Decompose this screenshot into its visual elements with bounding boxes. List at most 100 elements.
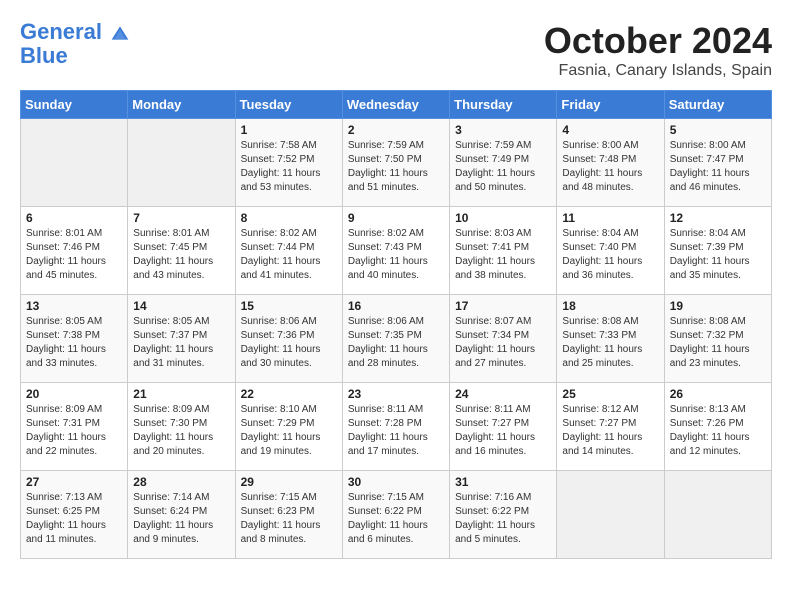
day-info: Sunrise: 7:58 AMSunset: 7:52 PMDaylight:… xyxy=(241,139,337,195)
calendar-week-4: 20 Sunrise: 8:09 AMSunset: 7:31 PMDayligh… xyxy=(21,383,772,471)
day-info: Sunrise: 8:06 AMSunset: 7:36 PMDaylight:… xyxy=(241,315,337,371)
day-info: Sunrise: 8:01 AMSunset: 7:46 PMDaylight:… xyxy=(26,227,122,283)
day-number: 21 xyxy=(133,387,229,401)
calendar-table: SundayMondayTuesdayWednesdayThursdayFrid… xyxy=(20,90,772,559)
day-number: 1 xyxy=(241,123,337,137)
day-info: Sunrise: 8:08 AMSunset: 7:32 PMDaylight:… xyxy=(670,315,766,371)
calendar-cell: 28 Sunrise: 7:14 AMSunset: 6:24 PMDayligh… xyxy=(128,471,235,559)
calendar-cell: 1 Sunrise: 7:58 AMSunset: 7:52 PMDaylight… xyxy=(235,119,342,207)
day-info: Sunrise: 8:10 AMSunset: 7:29 PMDaylight:… xyxy=(241,403,337,459)
day-number: 18 xyxy=(562,299,658,313)
calendar-cell: 11Sunrise: 8:04 AMSunset: 7:40 PMDayligh… xyxy=(557,207,664,295)
calendar-cell: 21 Sunrise: 8:09 AMSunset: 7:30 PMDayligh… xyxy=(128,383,235,471)
day-number: 22 xyxy=(241,387,337,401)
calendar-cell: 17Sunrise: 8:07 AMSunset: 7:34 PMDayligh… xyxy=(450,295,557,383)
logo-text: General xyxy=(20,20,130,44)
weekday-header-sunday: Sunday xyxy=(21,91,128,119)
day-info: Sunrise: 8:11 AMSunset: 7:27 PMDaylight:… xyxy=(455,403,551,459)
day-number: 24 xyxy=(455,387,551,401)
calendar-cell: 29Sunrise: 7:15 AMSunset: 6:23 PMDayligh… xyxy=(235,471,342,559)
day-info: Sunrise: 8:04 AMSunset: 7:40 PMDaylight:… xyxy=(562,227,658,283)
calendar-cell xyxy=(128,119,235,207)
day-info: Sunrise: 8:07 AMSunset: 7:34 PMDaylight:… xyxy=(455,315,551,371)
weekday-header-tuesday: Tuesday xyxy=(235,91,342,119)
weekday-header-friday: Friday xyxy=(557,91,664,119)
day-number: 5 xyxy=(670,123,766,137)
logo-blue: Blue xyxy=(20,44,130,68)
day-number: 28 xyxy=(133,475,229,489)
day-info: Sunrise: 7:15 AMSunset: 6:22 PMDaylight:… xyxy=(348,491,444,547)
day-info: Sunrise: 8:06 AMSunset: 7:35 PMDaylight:… xyxy=(348,315,444,371)
day-info: Sunrise: 8:00 AMSunset: 7:47 PMDaylight:… xyxy=(670,139,766,195)
day-info: Sunrise: 8:12 AMSunset: 7:27 PMDaylight:… xyxy=(562,403,658,459)
calendar-week-1: 1 Sunrise: 7:58 AMSunset: 7:52 PMDaylight… xyxy=(21,119,772,207)
calendar-cell: 18 Sunrise: 8:08 AMSunset: 7:33 PMDayligh… xyxy=(557,295,664,383)
day-info: Sunrise: 8:05 AMSunset: 7:37 PMDaylight:… xyxy=(133,315,229,371)
calendar-cell: 25 Sunrise: 8:12 AMSunset: 7:27 PMDayligh… xyxy=(557,383,664,471)
day-info: Sunrise: 8:05 AMSunset: 7:38 PMDaylight:… xyxy=(26,315,122,371)
calendar-cell: 27 Sunrise: 7:13 AMSunset: 6:25 PMDayligh… xyxy=(21,471,128,559)
day-number: 31 xyxy=(455,475,551,489)
day-info: Sunrise: 8:02 AMSunset: 7:43 PMDaylight:… xyxy=(348,227,444,283)
calendar-cell xyxy=(664,471,771,559)
calendar-cell: 14 Sunrise: 8:05 AMSunset: 7:37 PMDayligh… xyxy=(128,295,235,383)
day-info: Sunrise: 7:14 AMSunset: 6:24 PMDaylight:… xyxy=(133,491,229,547)
calendar-cell: 2Sunrise: 7:59 AMSunset: 7:50 PMDaylight… xyxy=(342,119,449,207)
day-number: 26 xyxy=(670,387,766,401)
calendar-cell: 30 Sunrise: 7:15 AMSunset: 6:22 PMDayligh… xyxy=(342,471,449,559)
calendar-cell: 3 Sunrise: 7:59 AMSunset: 7:49 PMDaylight… xyxy=(450,119,557,207)
calendar-cell: 10Sunrise: 8:03 AMSunset: 7:41 PMDayligh… xyxy=(450,207,557,295)
calendar-cell: 8 Sunrise: 8:02 AMSunset: 7:44 PMDaylight… xyxy=(235,207,342,295)
calendar-cell: 7Sunrise: 8:01 AMSunset: 7:45 PMDaylight… xyxy=(128,207,235,295)
day-number: 19 xyxy=(670,299,766,313)
day-number: 30 xyxy=(348,475,444,489)
calendar-cell: 23Sunrise: 8:11 AMSunset: 7:28 PMDayligh… xyxy=(342,383,449,471)
day-info: Sunrise: 8:03 AMSunset: 7:41 PMDaylight:… xyxy=(455,227,551,283)
day-number: 27 xyxy=(26,475,122,489)
day-info: Sunrise: 7:13 AMSunset: 6:25 PMDaylight:… xyxy=(26,491,122,547)
calendar-cell: 15 Sunrise: 8:06 AMSunset: 7:36 PMDayligh… xyxy=(235,295,342,383)
calendar-cell: 6 Sunrise: 8:01 AMSunset: 7:46 PMDaylight… xyxy=(21,207,128,295)
day-info: Sunrise: 8:11 AMSunset: 7:28 PMDaylight:… xyxy=(348,403,444,459)
day-info: Sunrise: 8:09 AMSunset: 7:30 PMDaylight:… xyxy=(133,403,229,459)
calendar-cell: 22 Sunrise: 8:10 AMSunset: 7:29 PMDayligh… xyxy=(235,383,342,471)
calendar-week-2: 6 Sunrise: 8:01 AMSunset: 7:46 PMDaylight… xyxy=(21,207,772,295)
day-number: 15 xyxy=(241,299,337,313)
title-area: October 2024 Fasnia, Canary Islands, Spa… xyxy=(544,20,772,80)
day-info: Sunrise: 8:09 AMSunset: 7:31 PMDaylight:… xyxy=(26,403,122,459)
day-number: 14 xyxy=(133,299,229,313)
calendar-cell: 19 Sunrise: 8:08 AMSunset: 7:32 PMDayligh… xyxy=(664,295,771,383)
day-number: 3 xyxy=(455,123,551,137)
calendar-week-3: 13 Sunrise: 8:05 AMSunset: 7:38 PMDayligh… xyxy=(21,295,772,383)
calendar-week-5: 27 Sunrise: 7:13 AMSunset: 6:25 PMDayligh… xyxy=(21,471,772,559)
day-number: 25 xyxy=(562,387,658,401)
weekday-header-saturday: Saturday xyxy=(664,91,771,119)
day-number: 7 xyxy=(133,211,229,225)
calendar-cell: 4 Sunrise: 8:00 AMSunset: 7:48 PMDaylight… xyxy=(557,119,664,207)
calendar-cell: 16Sunrise: 8:06 AMSunset: 7:35 PMDayligh… xyxy=(342,295,449,383)
calendar-cell: 31Sunrise: 7:16 AMSunset: 6:22 PMDayligh… xyxy=(450,471,557,559)
day-info: Sunrise: 7:15 AMSunset: 6:23 PMDaylight:… xyxy=(241,491,337,547)
day-number: 9 xyxy=(348,211,444,225)
day-number: 13 xyxy=(26,299,122,313)
day-number: 4 xyxy=(562,123,658,137)
day-info: Sunrise: 8:08 AMSunset: 7:33 PMDaylight:… xyxy=(562,315,658,371)
calendar-cell: 13 Sunrise: 8:05 AMSunset: 7:38 PMDayligh… xyxy=(21,295,128,383)
day-number: 12 xyxy=(670,211,766,225)
day-number: 6 xyxy=(26,211,122,225)
day-number: 8 xyxy=(241,211,337,225)
calendar-cell xyxy=(557,471,664,559)
calendar-cell: 24 Sunrise: 8:11 AMSunset: 7:27 PMDayligh… xyxy=(450,383,557,471)
logo: General Blue xyxy=(20,20,130,68)
month-title: October 2024 xyxy=(544,20,772,62)
day-info: Sunrise: 8:04 AMSunset: 7:39 PMDaylight:… xyxy=(670,227,766,283)
calendar-cell: 26 Sunrise: 8:13 AMSunset: 7:26 PMDayligh… xyxy=(664,383,771,471)
day-info: Sunrise: 8:13 AMSunset: 7:26 PMDaylight:… xyxy=(670,403,766,459)
day-info: Sunrise: 7:59 AMSunset: 7:49 PMDaylight:… xyxy=(455,139,551,195)
page-header: General Blue October 2024 Fasnia, Canary… xyxy=(20,20,772,80)
day-info: Sunrise: 8:00 AMSunset: 7:48 PMDaylight:… xyxy=(562,139,658,195)
day-number: 20 xyxy=(26,387,122,401)
calendar-cell xyxy=(21,119,128,207)
day-info: Sunrise: 8:02 AMSunset: 7:44 PMDaylight:… xyxy=(241,227,337,283)
calendar-body: 1 Sunrise: 7:58 AMSunset: 7:52 PMDaylight… xyxy=(21,119,772,559)
